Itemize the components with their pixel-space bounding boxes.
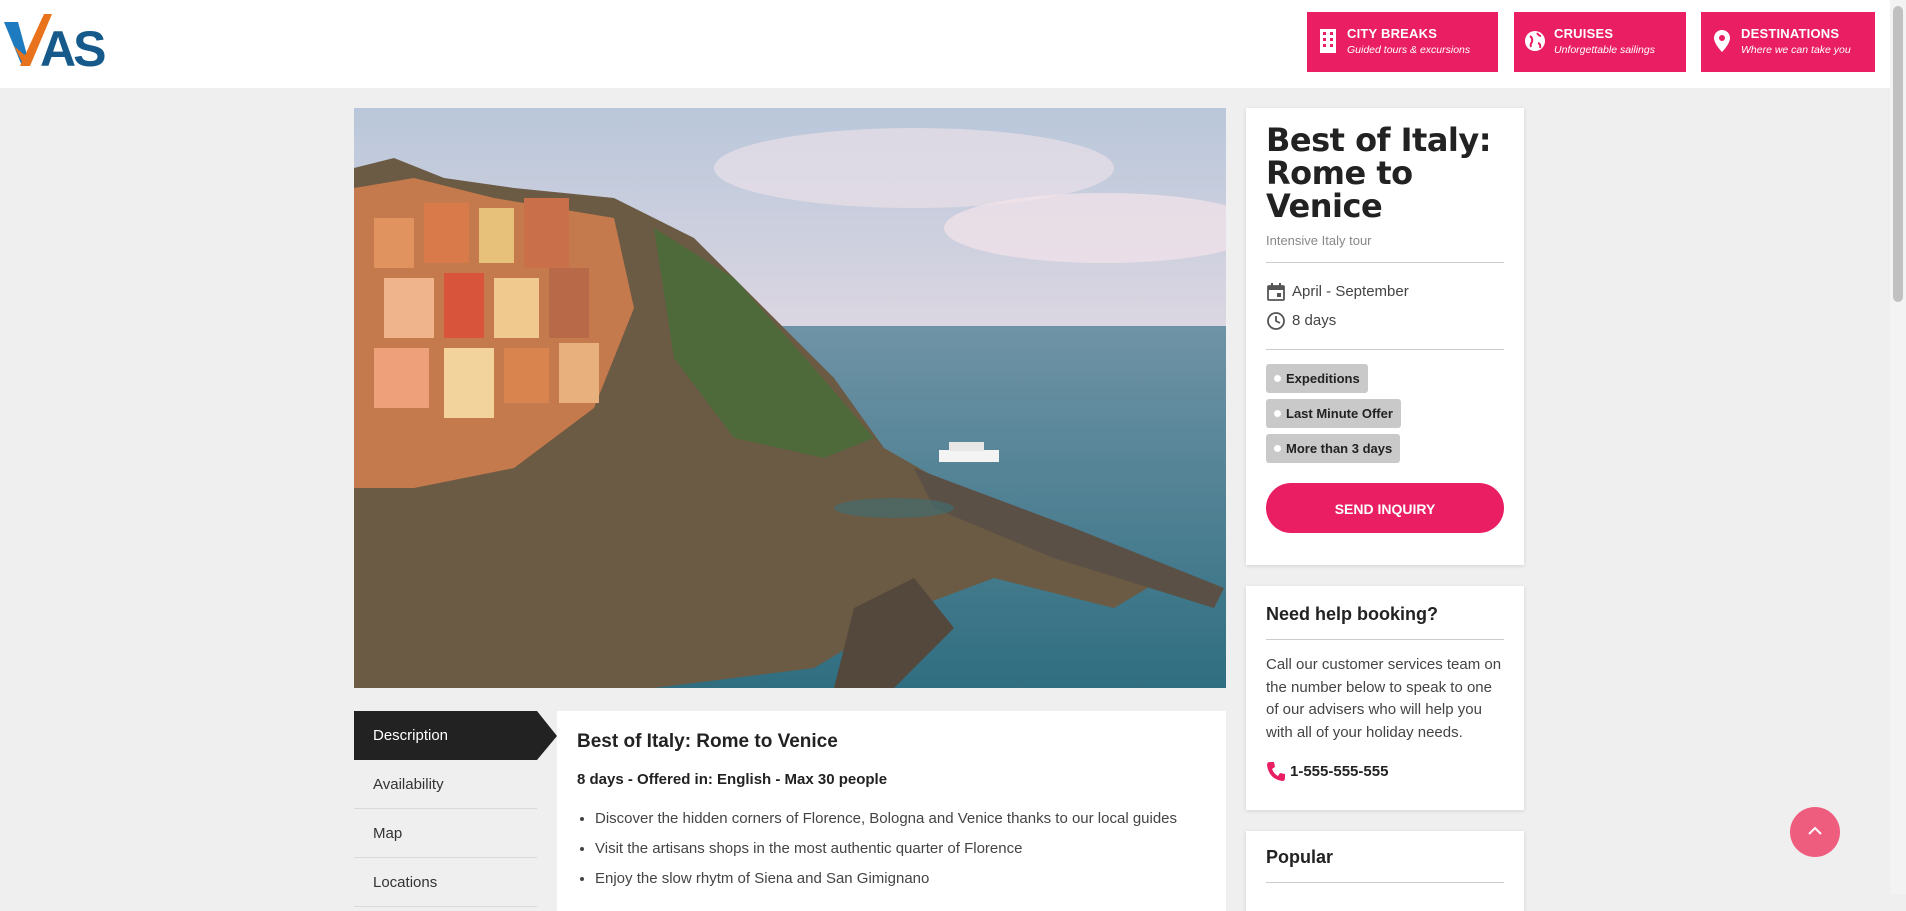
- tag-expeditions[interactable]: Expeditions: [1266, 364, 1368, 393]
- phone-icon: [1267, 762, 1285, 781]
- chevron-up-icon: [1808, 826, 1822, 835]
- tour-tags: Expeditions Last Minute Offer More than …: [1266, 364, 1504, 469]
- nav-title: CRUISES: [1554, 26, 1614, 41]
- vas-logo[interactable]: AS: [0, 8, 110, 74]
- tag-more-than-3-days[interactable]: More than 3 days: [1266, 434, 1401, 463]
- help-booking-card: Need help booking? Call our customer ser…: [1246, 586, 1524, 810]
- tag-last-minute-offer[interactable]: Last Minute Offer: [1266, 399, 1401, 428]
- nav-title: CITY BREAKS: [1347, 26, 1438, 41]
- popular-card: Popular: [1246, 831, 1524, 911]
- phone-number: 1-555-555-555: [1290, 762, 1389, 780]
- nav-title: DESTINATIONS: [1741, 26, 1840, 41]
- phone-link[interactable]: 1-555-555-555: [1266, 760, 1504, 782]
- list-item: Visit the artisans shops in the most aut…: [595, 834, 1206, 864]
- site-header: AS CITY BREAKS Guided tours & excursions…: [0, 0, 1890, 88]
- list-item: Enjoy the slow rhytm of Siena and San Gi…: [595, 864, 1206, 894]
- duration-text: 8 days: [1292, 312, 1337, 329]
- popular-title: Popular: [1266, 847, 1334, 867]
- globe-icon: [1525, 31, 1545, 51]
- divider: [1266, 262, 1504, 263]
- nav-subtitle: Unforgettable sailings: [1554, 44, 1655, 56]
- tour-season: April - September: [1266, 277, 1504, 306]
- tab-description[interactable]: Description: [354, 711, 557, 760]
- description-panel: Best of Italy: Rome to Venice 8 days - O…: [557, 711, 1226, 911]
- location-pin-icon: [1714, 30, 1730, 52]
- tab-availability[interactable]: Availability: [354, 760, 537, 809]
- send-inquiry-button[interactable]: SEND INQUIRY: [1266, 483, 1504, 533]
- nav-cruises[interactable]: CRUISES Unforgettable sailings: [1514, 12, 1686, 72]
- list-item: Discover the hidden corners of Florence,…: [595, 804, 1206, 834]
- hero-image: [354, 108, 1226, 688]
- help-title: Need help booking?: [1266, 604, 1439, 624]
- nav-city-breaks[interactable]: CITY BREAKS Guided tours & excursions: [1307, 12, 1498, 72]
- highlights-list: Discover the hidden corners of Florence,…: [577, 804, 1206, 894]
- calendar-icon: [1267, 282, 1285, 301]
- building-icon: [1320, 29, 1336, 53]
- help-text: Call our customer services team on the n…: [1266, 656, 1502, 741]
- nav-destinations[interactable]: DESTINATIONS Where we can take you: [1701, 12, 1875, 72]
- svg-text:AS: AS: [40, 21, 105, 74]
- divider: [1266, 639, 1504, 640]
- clock-icon: [1267, 311, 1285, 330]
- tour-title: Best of Italy: Rome to Venice: [1266, 121, 1492, 225]
- season-text: April - September: [1292, 283, 1409, 300]
- tab-map[interactable]: Map: [354, 809, 537, 858]
- tour-tabs: Description Availability Map Locations: [354, 711, 557, 907]
- description-heading: Best of Italy: Rome to Venice: [577, 731, 838, 752]
- nav-subtitle: Where we can take you: [1741, 44, 1851, 56]
- scrollbar-thumb[interactable]: [1893, 6, 1903, 302]
- tour-duration: 8 days: [1266, 306, 1504, 335]
- page-scrollbar[interactable]: [1890, 0, 1906, 894]
- divider: [1266, 349, 1504, 350]
- tour-subtitle: Intensive Italy tour: [1266, 233, 1372, 248]
- tab-locations[interactable]: Locations: [354, 858, 537, 907]
- back-to-top-button[interactable]: [1790, 807, 1840, 857]
- description-info: 8 days - Offered in: English - Max 30 pe…: [577, 771, 888, 788]
- nav-subtitle: Guided tours & excursions: [1347, 44, 1471, 56]
- tour-summary-card: Best of Italy: Rome to Venice Intensive …: [1246, 108, 1524, 565]
- divider: [1266, 882, 1504, 883]
